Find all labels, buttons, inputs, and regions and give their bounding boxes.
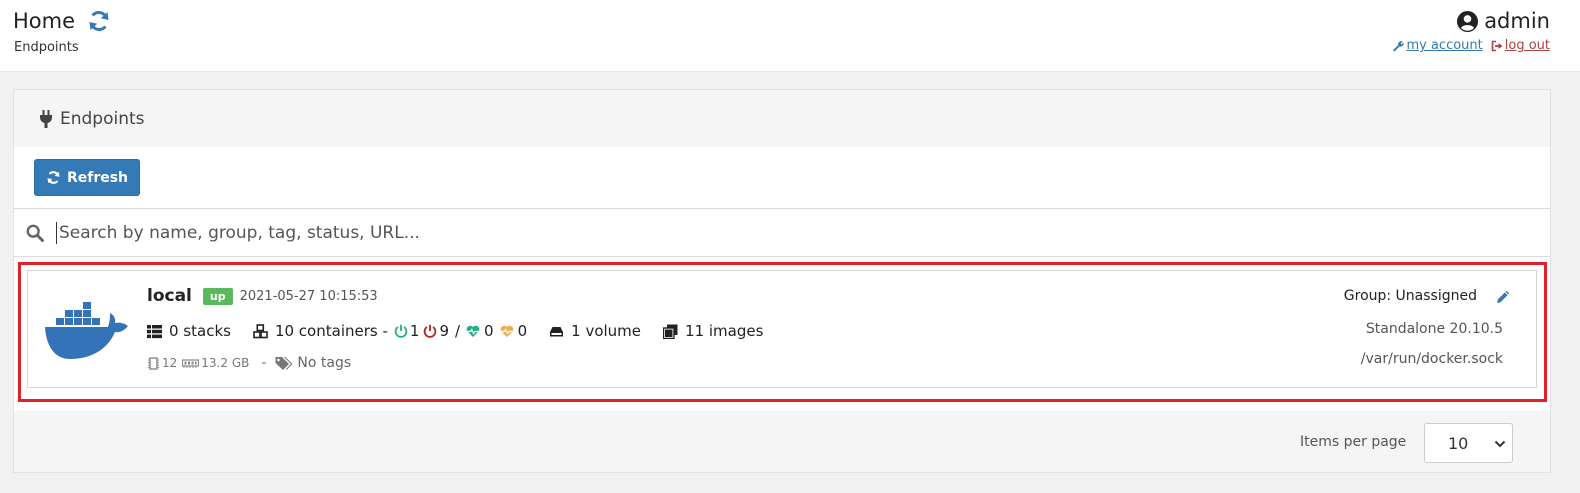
items-per-page-label: Items per page <box>1300 434 1407 450</box>
endpoint-item-local[interactable]: local up 2021-05-27 10:15:53 0 stacks 10… <box>27 270 1537 388</box>
stats-separator: / <box>454 322 461 340</box>
endpoint-name: local <box>147 286 192 306</box>
search-bar <box>14 209 1550 257</box>
images-count: 11 images <box>685 322 764 340</box>
stopped-count: 9 <box>439 322 449 340</box>
pencil-icon[interactable] <box>1496 289 1511 304</box>
wrench-icon <box>1393 40 1405 52</box>
refresh-icon <box>47 171 60 184</box>
platform-version: Standalone 20.10.5 <box>1365 321 1503 337</box>
heartbeat-icon <box>466 325 480 337</box>
unhealthy-count: 0 <box>517 322 528 340</box>
sign-out-icon <box>1491 40 1503 51</box>
hdd-icon <box>550 326 564 336</box>
heartbeat-icon <box>500 325 513 337</box>
endpoint-stats: 0 stacks 10 containers - 1 9 / 0 0 1 vol… <box>147 322 763 340</box>
docker-logo <box>45 302 128 359</box>
stacks-count: 0 stacks <box>169 322 231 340</box>
log-out-label: log out <box>1504 38 1550 53</box>
endpoint-details: Group: Unassigned Standalone 20.10.5 /va… <box>1343 288 1510 367</box>
widget-header: Endpoints <box>14 90 1550 147</box>
endpoint-header: local up 2021-05-27 10:15:53 <box>147 286 378 306</box>
refresh-button[interactable]: Refresh <box>34 159 140 196</box>
search-input[interactable] <box>56 221 1511 244</box>
running-count: 1 <box>409 322 420 340</box>
widget-title: Endpoints <box>60 108 145 129</box>
log-out-link[interactable]: log out <box>1491 38 1550 53</box>
refresh-icon[interactable] <box>87 9 111 33</box>
breadcrumb: Endpoints <box>14 40 79 55</box>
resources-separator: - <box>261 355 267 371</box>
endpoint-timestamp: 2021-05-27 10:15:53 <box>239 288 378 304</box>
th-list-icon <box>147 324 162 338</box>
endpoint-list: local up 2021-05-27 10:15:53 0 stacks 10… <box>14 257 1550 411</box>
plug-icon <box>40 109 52 128</box>
volumes-count: 1 volume <box>571 322 642 340</box>
pagination-footer: Items per page 10 <box>14 412 1550 472</box>
memory-icon <box>182 358 200 368</box>
clone-icon <box>663 324 678 339</box>
endpoint-url: /var/run/docker.sock <box>1360 351 1503 367</box>
cpu-count: 12 <box>162 356 178 370</box>
user-circle-icon <box>1457 10 1479 32</box>
my-account-label: my account <box>1406 38 1483 53</box>
toolbar: Refresh <box>14 147 1550 209</box>
username: admin <box>1484 9 1550 33</box>
tags-icon <box>275 356 293 370</box>
items-per-page-value: 10 <box>1448 433 1469 453</box>
tags-label: No tags <box>297 355 352 371</box>
chevron-down-icon <box>1494 440 1506 448</box>
status-badge: up <box>202 287 233 305</box>
endpoints-widget: Endpoints Refresh Search by name, group,… <box>13 89 1551 473</box>
items-per-page-select[interactable]: 10 <box>1424 423 1513 463</box>
user-box: admin my account log out <box>1392 9 1550 53</box>
page-title-row: Home <box>13 9 111 33</box>
top-bar: Home Endpoints admin my account log out <box>0 0 1580 72</box>
memory-amount: 13.2 GB <box>201 356 250 370</box>
endpoint-resources: 12 13.2 GB - No tags <box>147 355 351 371</box>
power-off-icon <box>424 324 437 338</box>
cubes-icon <box>253 323 268 338</box>
group-label: Group: Unassigned <box>1343 288 1477 304</box>
search-icon <box>26 224 44 242</box>
page-title: Home <box>13 9 76 33</box>
healthy-count: 0 <box>484 322 494 340</box>
my-account-link[interactable]: my account <box>1392 38 1483 53</box>
containers-count: 10 containers - <box>274 322 388 340</box>
refresh-button-label: Refresh <box>66 169 129 186</box>
microchip-icon <box>148 356 159 370</box>
power-off-icon <box>394 324 408 338</box>
